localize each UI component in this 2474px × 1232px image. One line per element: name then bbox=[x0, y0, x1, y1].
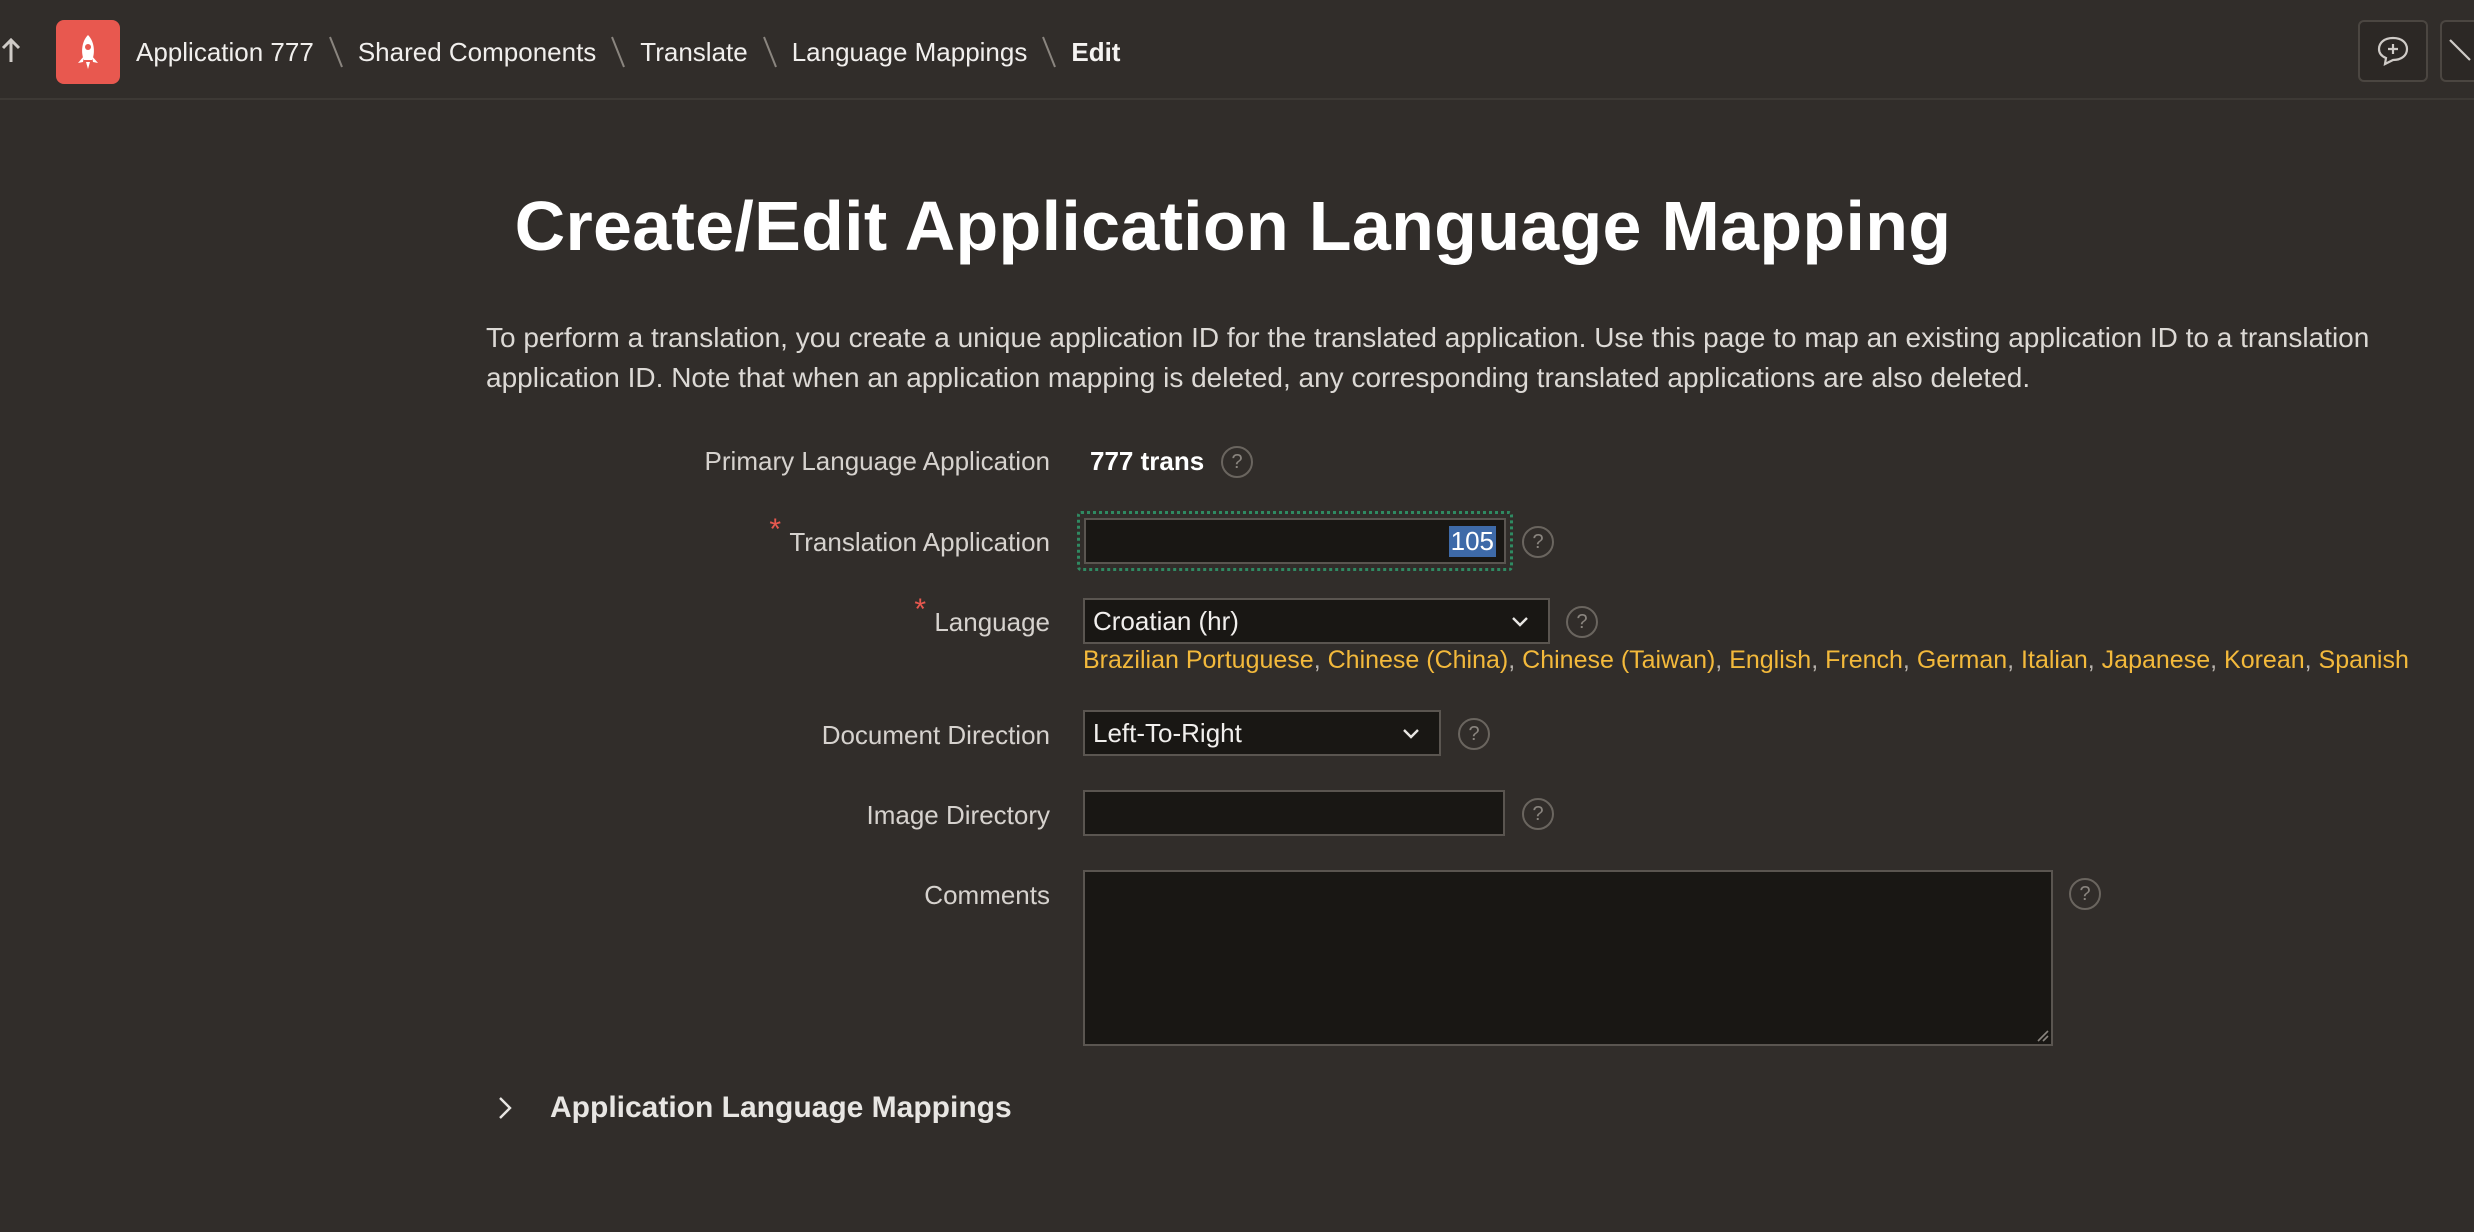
language-shortcut-link[interactable]: French bbox=[1825, 646, 1903, 674]
required-marker: * bbox=[769, 513, 782, 546]
top-bar: Application 777 Shared Components Transl… bbox=[0, 0, 2474, 100]
language-shortcut-link[interactable]: Spanish bbox=[2319, 646, 2409, 674]
page-title: Create/Edit Application Language Mapping bbox=[0, 186, 2474, 266]
edit-button[interactable] bbox=[2440, 20, 2474, 82]
document-direction-label: Document Direction bbox=[821, 720, 1050, 750]
page-title-text: Create/Edit Application Language Mapping bbox=[514, 187, 1952, 265]
comments-label: Comments bbox=[924, 880, 1050, 910]
language-select[interactable]: Croatian (hr) bbox=[1083, 598, 1550, 644]
breadcrumb-item-shared-components[interactable]: Shared Components bbox=[358, 37, 596, 68]
help-icon[interactable]: ? bbox=[1566, 606, 1598, 638]
breadcrumb-separator-icon bbox=[1042, 36, 1057, 68]
resize-handle-icon[interactable] bbox=[2035, 1028, 2049, 1042]
feedback-icon bbox=[2377, 36, 2409, 66]
chevron-down-icon bbox=[1512, 617, 1528, 627]
language-shortcut-link[interactable]: Japanese bbox=[2102, 646, 2210, 674]
breadcrumb-item-application[interactable]: Application 777 bbox=[136, 37, 314, 68]
selected-text: 105 bbox=[1448, 525, 1496, 557]
section-title: Application Language Mappings bbox=[550, 1091, 1012, 1124]
page-description: To perform a translation, you create a u… bbox=[486, 322, 2370, 393]
required-marker: * bbox=[914, 593, 926, 626]
breadcrumb-item-language-mappings[interactable]: Language Mappings bbox=[792, 37, 1028, 68]
breadcrumb: Application 777 Shared Components Transl… bbox=[136, 30, 1120, 74]
translation-application-label: * Translation Application bbox=[769, 513, 1050, 558]
application-language-mappings-region[interactable]: Application Language Mappings bbox=[494, 1086, 1012, 1130]
language-shortcut-link[interactable]: Chinese (Taiwan) bbox=[1522, 646, 1715, 674]
help-icon[interactable]: ? bbox=[2069, 878, 2101, 910]
primary-language-value: 777 trans bbox=[1090, 446, 1205, 476]
pencil-icon bbox=[2449, 39, 2471, 61]
help-icon[interactable]: ? bbox=[1522, 798, 1554, 830]
translation-application-label-text: Translation Application bbox=[789, 527, 1050, 557]
image-directory-input[interactable] bbox=[1083, 790, 1505, 836]
rocket-icon bbox=[78, 35, 98, 69]
chevron-right-icon[interactable] bbox=[494, 1095, 516, 1121]
language-shortcut-link[interactable]: German bbox=[1917, 646, 2007, 674]
language-shortcuts: Brazilian Portuguese, Chinese (China), C… bbox=[1083, 646, 2409, 674]
primary-language-label: Primary Language Application bbox=[704, 446, 1050, 476]
breadcrumb-current: Edit bbox=[1071, 36, 1121, 67]
arrow-up-icon[interactable] bbox=[0, 36, 22, 66]
breadcrumb-separator-icon bbox=[328, 36, 343, 68]
language-shortcut-link[interactable]: Korean bbox=[2224, 646, 2305, 674]
language-shortcut-link[interactable]: Chinese (China) bbox=[1328, 646, 1509, 674]
help-icon[interactable]: ? bbox=[1458, 718, 1490, 750]
translation-application-input[interactable]: 105 bbox=[1084, 518, 1506, 564]
language-label-text: Language bbox=[934, 607, 1050, 637]
help-icon[interactable]: ? bbox=[1522, 526, 1554, 558]
app-icon[interactable] bbox=[56, 20, 120, 84]
breadcrumb-item-translate[interactable]: Translate bbox=[640, 37, 747, 68]
document-direction-value: Left-To-Right bbox=[1093, 717, 1242, 748]
language-shortcut-link[interactable]: Brazilian Portuguese bbox=[1083, 646, 1314, 674]
feedback-button[interactable] bbox=[2358, 20, 2428, 82]
language-shortcut-link[interactable]: English bbox=[1729, 646, 1811, 674]
breadcrumb-separator-icon bbox=[611, 36, 626, 68]
breadcrumb-separator-icon bbox=[762, 36, 777, 68]
comments-textarea[interactable] bbox=[1083, 870, 2053, 1046]
language-select-value: Croatian (hr) bbox=[1093, 605, 1239, 636]
document-direction-select[interactable]: Left-To-Right bbox=[1083, 710, 1441, 756]
language-label: * Language bbox=[914, 593, 1050, 638]
help-icon[interactable]: ? bbox=[1221, 446, 1253, 478]
chevron-down-icon bbox=[1403, 729, 1419, 739]
image-directory-label: Image Directory bbox=[866, 800, 1051, 830]
language-shortcut-link[interactable]: Italian bbox=[2021, 646, 2088, 674]
